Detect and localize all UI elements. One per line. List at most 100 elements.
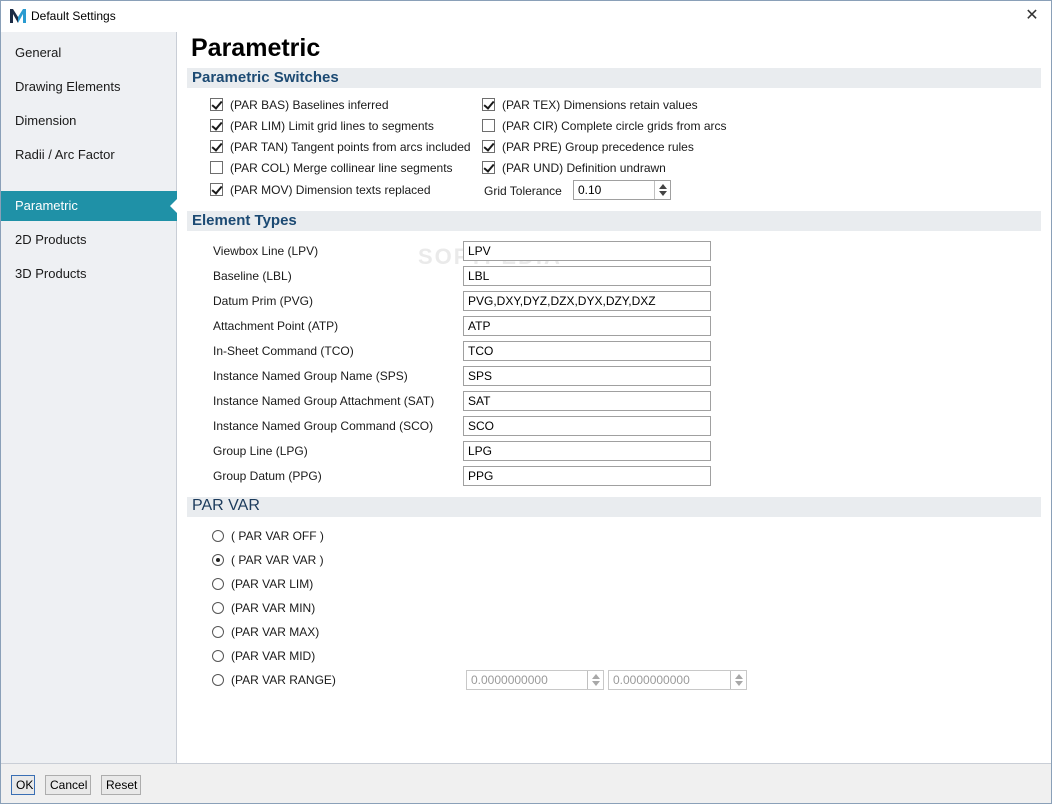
checkbox-label: (PAR UND) Definition undrawn (502, 161, 666, 175)
radio-button[interactable] (212, 578, 224, 590)
cancel-button[interactable]: Cancel (45, 775, 91, 795)
chevron-up-icon[interactable] (592, 674, 600, 679)
radio-button[interactable] (212, 530, 224, 542)
element-type-input-lpg[interactable] (463, 441, 711, 461)
radio-label: (PAR VAR RANGE) (231, 673, 336, 687)
section-header-par-var: PAR VAR (187, 497, 1041, 517)
element-type-label: Baseline (LBL) (213, 269, 292, 283)
grid-tolerance-label: Grid Tolerance (484, 184, 562, 198)
app-logo-icon (10, 9, 26, 23)
element-type-label: Datum Prim (PVG) (213, 294, 314, 308)
section-title: Parametric Switches (192, 69, 339, 86)
sidebar-item-3d-products[interactable]: 3D Products (1, 259, 177, 289)
checkbox-label: (PAR PRE) Group precedence rules (502, 140, 694, 154)
radio-label: ( PAR VAR OFF ) (231, 529, 324, 543)
checkbox-label: (PAR BAS) Baselines inferred (230, 98, 389, 112)
radio-label: (PAR VAR MAX) (231, 625, 320, 639)
checkbox-label: (PAR TAN) Tangent points from arcs inclu… (230, 140, 471, 154)
sidebar: General Drawing Elements Dimension Radii… (1, 32, 178, 763)
chevron-up-icon[interactable] (735, 674, 743, 679)
checkbox-box[interactable] (210, 98, 223, 111)
radio-button[interactable] (212, 650, 224, 662)
page-title: Parametric (191, 34, 321, 62)
chevron-up-icon[interactable] (659, 184, 667, 189)
checkbox-par-mov[interactable]: (PAR MOV) Dimension texts replaced (210, 181, 470, 199)
window-title: Default Settings (31, 9, 116, 23)
radio-button[interactable] (212, 554, 224, 566)
radio-label: (PAR VAR MID) (231, 649, 316, 663)
ok-button[interactable]: OK (11, 775, 35, 795)
close-icon: ✕ (1025, 7, 1039, 24)
checkbox-par-lim[interactable]: (PAR LIM) Limit grid lines to segments (210, 117, 470, 135)
checkbox-par-tex[interactable]: (PAR TEX) Dimensions retain values (482, 96, 742, 114)
element-type-input-pvg[interactable] (463, 291, 711, 311)
checkbox-box[interactable] (482, 119, 495, 132)
checkbox-par-tan[interactable]: (PAR TAN) Tangent points from arcs inclu… (210, 138, 480, 156)
grid-tolerance-input[interactable] (574, 181, 654, 199)
element-type-input-atp[interactable] (463, 316, 711, 336)
sidebar-item-general[interactable]: General (1, 38, 177, 68)
section-header-parametric-switches: Parametric Switches (187, 68, 1041, 88)
checkbox-label: (PAR COL) Merge collinear line segments (230, 161, 453, 175)
grid-tolerance-stepper[interactable] (573, 180, 671, 200)
element-type-input-lbl[interactable] (463, 266, 711, 286)
element-type-label: Group Line (LPG) (213, 444, 308, 458)
radio-label: (PAR VAR LIM) (231, 577, 314, 591)
settings-window: Default Settings ✕ General Drawing Eleme… (0, 0, 1052, 804)
range-to-input[interactable] (609, 671, 730, 689)
checkbox-par-col[interactable]: (PAR COL) Merge collinear line segments (210, 159, 470, 177)
checkbox-label: (PAR MOV) Dimension texts replaced (230, 183, 431, 197)
checkbox-label: (PAR TEX) Dimensions retain values (502, 98, 698, 112)
range-to-stepper[interactable] (608, 670, 747, 690)
element-type-input-ppg[interactable] (463, 466, 711, 486)
element-type-input-sat[interactable] (463, 391, 711, 411)
radio-label: (PAR VAR MIN) (231, 601, 316, 615)
element-type-label: Group Datum (PPG) (213, 469, 322, 483)
element-type-label: Instance Named Group Command (SCO) (213, 419, 434, 433)
chevron-down-icon[interactable] (592, 681, 600, 686)
element-type-input-tco[interactable] (463, 341, 711, 361)
element-type-label: Viewbox Line (LPV) (213, 244, 319, 258)
checkbox-box[interactable] (210, 140, 223, 153)
sidebar-item-parametric[interactable]: Parametric (1, 191, 178, 221)
sidebar-item-radii-arc-factor[interactable]: Radii / Arc Factor (1, 140, 177, 170)
main-content: Parametric Parametric Switches (PAR BAS)… (178, 32, 1051, 763)
radio-button[interactable] (212, 626, 224, 638)
spin-arrows[interactable] (730, 671, 746, 689)
element-type-input-lpv[interactable] (463, 241, 711, 261)
radio-button[interactable] (212, 674, 224, 686)
checkbox-par-bas[interactable]: (PAR BAS) Baselines inferred (210, 96, 470, 114)
radio-button[interactable] (212, 602, 224, 614)
sidebar-item-label: Parametric (15, 198, 78, 213)
reset-button[interactable]: Reset (101, 775, 141, 795)
checkbox-label: (PAR LIM) Limit grid lines to segments (230, 119, 434, 133)
sidebar-item-dimension[interactable]: Dimension (1, 106, 177, 136)
element-type-label: Attachment Point (ATP) (213, 319, 339, 333)
checkbox-par-cir[interactable]: (PAR CIR) Complete circle grids from arc… (482, 117, 742, 135)
footer-bar: OK Cancel Reset (1, 763, 1051, 803)
active-pointer-icon (170, 198, 178, 214)
title-bar: Default Settings ✕ (1, 1, 1051, 31)
sidebar-item-drawing-elements[interactable]: Drawing Elements (1, 72, 177, 102)
element-type-input-sco[interactable] (463, 416, 711, 436)
range-from-stepper[interactable] (466, 670, 604, 690)
checkbox-box[interactable] (482, 161, 495, 174)
spin-arrows[interactable] (587, 671, 603, 689)
section-title: PAR VAR (192, 497, 260, 514)
section-title: Element Types (192, 212, 297, 229)
element-type-input-sps[interactable] (463, 366, 711, 386)
chevron-down-icon[interactable] (735, 681, 743, 686)
checkbox-par-pre[interactable]: (PAR PRE) Group precedence rules (482, 138, 742, 156)
close-button[interactable]: ✕ (1021, 5, 1043, 27)
chevron-down-icon[interactable] (659, 191, 667, 196)
checkbox-box[interactable] (482, 140, 495, 153)
spin-arrows[interactable] (654, 181, 670, 199)
sidebar-item-2d-products[interactable]: 2D Products (1, 225, 177, 255)
checkbox-box[interactable] (210, 161, 223, 174)
checkbox-label: (PAR CIR) Complete circle grids from arc… (502, 119, 727, 133)
checkbox-box[interactable] (210, 119, 223, 132)
checkbox-box[interactable] (210, 183, 223, 196)
checkbox-par-und[interactable]: (PAR UND) Definition undrawn (482, 159, 742, 177)
range-from-input[interactable] (467, 671, 587, 689)
checkbox-box[interactable] (482, 98, 495, 111)
